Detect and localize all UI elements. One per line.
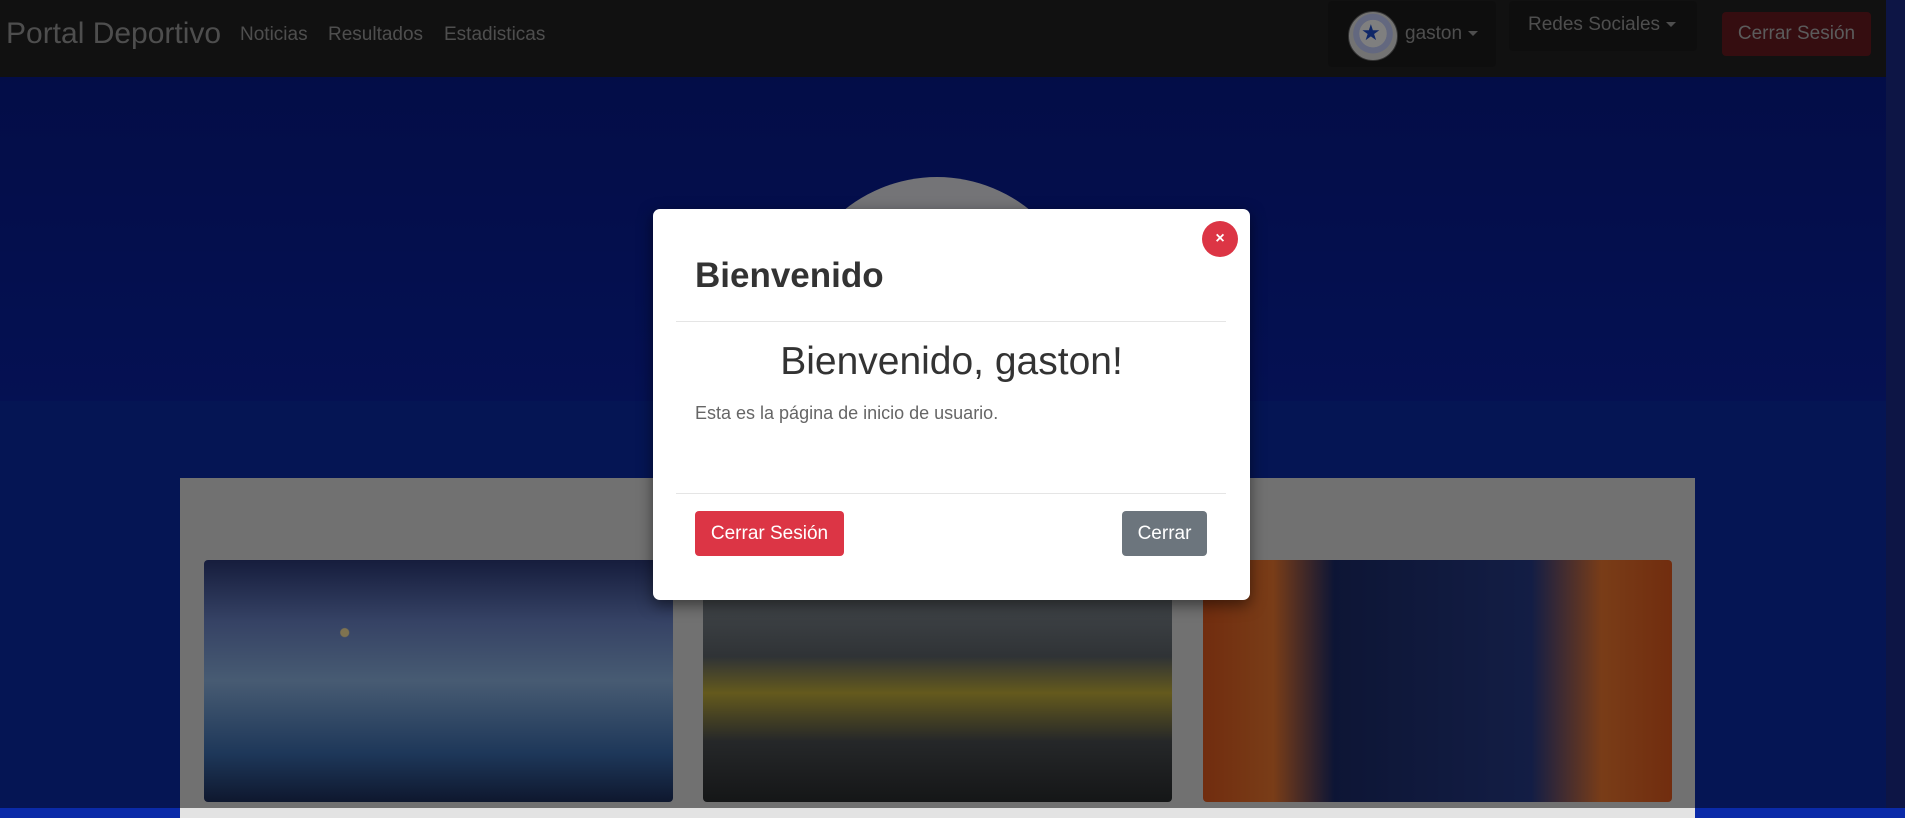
modal-divider (676, 321, 1226, 322)
logout-button[interactable]: Cerrar Sesión (695, 511, 844, 556)
welcome-modal: × Bienvenido Bienvenido, gaston! Esta es… (653, 209, 1250, 600)
modal-title: Bienvenido (695, 256, 884, 295)
welcome-heading: Bienvenido, gaston! (780, 340, 1123, 383)
close-icon[interactable]: × (1202, 221, 1238, 257)
welcome-text: Esta es la página de inicio de usuario. (695, 403, 999, 423)
modal-divider (676, 493, 1226, 494)
close-button[interactable]: Cerrar (1122, 511, 1207, 556)
